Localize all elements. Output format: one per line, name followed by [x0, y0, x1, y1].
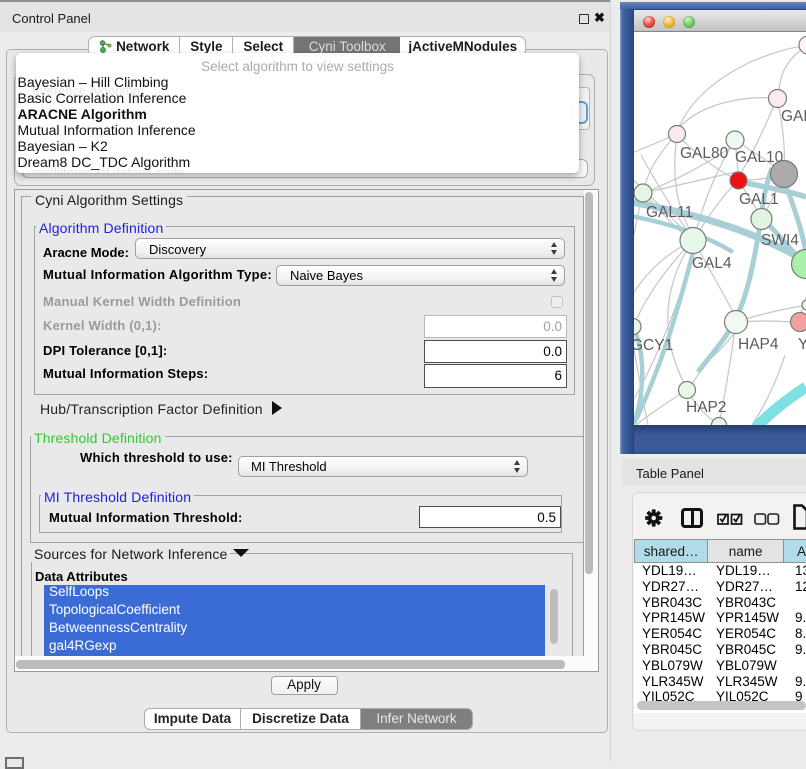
svg-text:Y: Y: [798, 336, 806, 353]
svg-text:GCY1: GCY1: [634, 337, 673, 354]
svg-text:HAP2: HAP2: [686, 399, 727, 416]
svg-text:GAL2: GAL2: [781, 108, 806, 125]
svg-text:SWI4: SWI4: [761, 232, 799, 249]
svg-text:GAL10: GAL10: [735, 149, 784, 166]
svg-text:GAL80: GAL80: [680, 145, 729, 162]
svg-text:GAL4: GAL4: [692, 255, 732, 272]
svg-text:GAL11: GAL11: [646, 204, 693, 221]
svg-text:GAL1: GAL1: [739, 191, 779, 208]
svg-text:HAP4: HAP4: [738, 336, 779, 353]
